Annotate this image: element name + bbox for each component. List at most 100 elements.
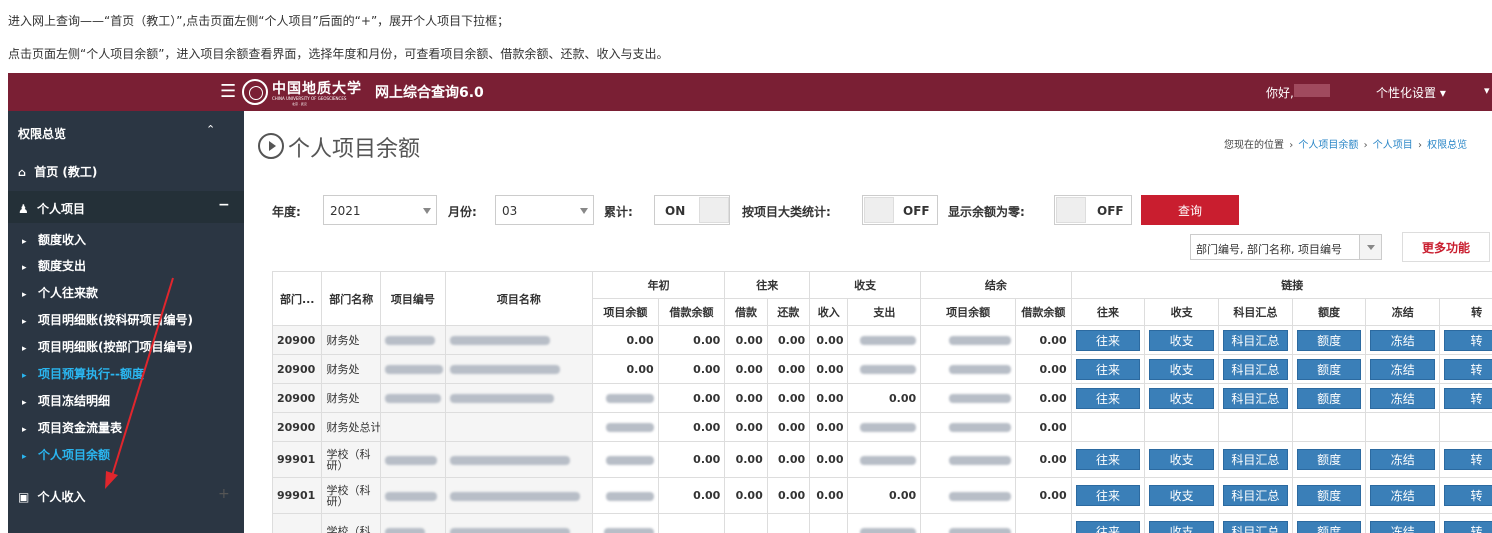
link-quota-button[interactable]: 额度 — [1296, 387, 1362, 409]
redacted-value — [949, 455, 1012, 465]
cumulative-toggle[interactable]: ON — [654, 195, 730, 225]
year-value: 2021 — [330, 204, 361, 218]
link-subject-button[interactable]: 科目汇总 — [1223, 329, 1288, 351]
link-ie-button[interactable]: 收支 — [1149, 387, 1215, 409]
link-ie-button[interactable]: 收支 — [1149, 521, 1215, 533]
menu-icon[interactable]: ☰ — [220, 81, 236, 102]
page-header: 个人项目余额 您现在的位置 › 个人项目余额 › 个人项目 › 权限总览 — [244, 111, 1492, 181]
link-quota-button[interactable]: 额度 — [1296, 449, 1362, 470]
col-bal-project-balance[interactable]: 项目余额 — [920, 298, 1017, 326]
table-row[interactable]: 99901 学校（科研） 0.00 0.00 0.00 0.00 0.00 往来 收支 科目汇总额… — [272, 441, 1492, 478]
table-row[interactable]: 20900 财务处 0.00 0.00 0.00 0.00 0.00 0.00 往来 收支 科目汇总… — [272, 325, 1492, 355]
link-transfer-button[interactable]: 往来 — [1075, 521, 1141, 533]
col-repay[interactable]: 还款 — [766, 298, 811, 326]
link-freeze-button[interactable]: 冻结 — [1370, 329, 1436, 351]
link-quota-button[interactable]: 额度 — [1296, 329, 1362, 351]
link-subject-button[interactable]: 科目汇总 — [1223, 485, 1288, 506]
breadcrumb-separator: › — [1363, 140, 1368, 151]
query-button[interactable]: 查询 — [1141, 195, 1239, 225]
link-freeze-button[interactable]: 冻结 — [1370, 485, 1436, 506]
month-select[interactable]: 03 — [495, 195, 594, 225]
year-select[interactable]: 2021 — [323, 195, 437, 225]
sidebar-item-budget-execution[interactable]: ▸ 项目预算执行--额度 — [22, 365, 144, 382]
cell-expense — [847, 412, 922, 442]
cell-link-quota: 额度 — [1291, 441, 1367, 478]
expand-icon[interactable]: + — [218, 486, 230, 502]
link-turn-button[interactable]: 转 — [1444, 358, 1492, 380]
link-transfer-button[interactable]: 往来 — [1075, 358, 1141, 380]
sidebar-item-personal-transfer[interactable]: ▸ 个人往来款 — [22, 284, 98, 301]
sidebar-item-personal-income[interactable]: ▣ 个人收入 — [18, 488, 86, 505]
col-expense[interactable]: 支出 — [847, 298, 922, 326]
col-ys-project-balance[interactable]: 项目余额 — [592, 298, 659, 326]
link-freeze-button[interactable]: 冻结 — [1370, 358, 1436, 380]
sort-order-select[interactable]: 部门编号, 部门名称, 项目编号 — [1190, 234, 1382, 260]
collapse-icon[interactable]: − — [218, 197, 230, 213]
col-income[interactable]: 收入 — [809, 298, 849, 326]
filter-bar: 年度: 2021 月份: 03 累计: ON 按项目大类统计: OFF 显示余额… — [244, 193, 1492, 227]
link-ie-button[interactable]: 收支 — [1149, 485, 1215, 506]
sidebar-item-home[interactable]: ⌂ 首页 (教工) — [18, 163, 97, 180]
link-turn-button[interactable]: 转 — [1444, 485, 1492, 506]
link-turn-button[interactable]: 转 — [1444, 521, 1492, 533]
breadcrumb-link[interactable]: 个人项目 — [1373, 140, 1413, 151]
extra-menu-icon[interactable]: ▾ — [1484, 84, 1490, 97]
cell-link-quota: 额度 — [1291, 383, 1367, 413]
link-subject-button[interactable]: 科目汇总 — [1223, 521, 1288, 533]
col-link-turn: 转 — [1439, 298, 1492, 326]
sidebar-item-ledger-dept[interactable]: ▸ 项目明细账(按部门项目编号) — [22, 338, 193, 355]
sidebar-item-quota-income[interactable]: ▸ 额度收入 — [22, 231, 86, 248]
breadcrumb-link[interactable]: 权限总览 — [1427, 140, 1467, 151]
col-bal-loan-balance[interactable]: 借款余额 — [1015, 298, 1072, 326]
table-row[interactable]: 学校（科 往来 收支 科目汇总 额度 冻结转 — [272, 513, 1492, 533]
link-transfer-button[interactable]: 往来 — [1075, 387, 1141, 409]
link-transfer-button[interactable]: 往来 — [1075, 485, 1141, 506]
link-turn-button[interactable]: 转 — [1444, 449, 1492, 470]
link-freeze-button[interactable]: 冻结 — [1370, 521, 1436, 533]
link-turn-button[interactable]: 转 — [1444, 387, 1492, 409]
link-turn-button[interactable]: 转 — [1444, 329, 1492, 351]
cell-bal-loan-balance: 0.00 — [1015, 354, 1072, 384]
table-row[interactable]: 20900 财务处总计 0.00 0.00 0.00 0.00 0.00 — [272, 412, 1492, 442]
link-transfer-button[interactable]: 往来 — [1075, 329, 1141, 351]
link-ie-button[interactable]: 收支 — [1149, 449, 1215, 470]
link-quota-button[interactable]: 额度 — [1296, 358, 1362, 380]
sidebar-item-project-balance[interactable]: ▸ 个人项目余额 — [22, 446, 110, 463]
link-quota-button[interactable]: 额度 — [1296, 485, 1362, 506]
link-ie-button[interactable]: 收支 — [1149, 329, 1215, 351]
link-subject-button[interactable]: 科目汇总 — [1223, 449, 1288, 470]
link-transfer-button[interactable]: 往来 — [1075, 449, 1141, 470]
sidebar-item-ledger-research[interactable]: ▸ 项目明细账(按科研项目编号) — [22, 311, 193, 328]
cell-loan — [724, 513, 768, 533]
sidebar-item-cash-flow[interactable]: ▸ 项目资金流量表 — [22, 419, 122, 436]
sidebar-section-title[interactable]: 权限总览 — [18, 125, 66, 142]
breadcrumb-link[interactable]: 个人项目余额 — [1298, 140, 1358, 151]
by-category-toggle[interactable]: OFF — [862, 195, 938, 225]
sidebar-item-personal-project[interactable]: ♟ 个人项目 − — [8, 191, 244, 223]
link-ie-button[interactable]: 收支 — [1149, 358, 1215, 380]
col-dept-code[interactable]: 部门... — [272, 271, 323, 326]
sidebar-item-quota-expense[interactable]: ▸ 额度支出 — [22, 257, 86, 274]
link-quota-button[interactable]: 额度 — [1296, 521, 1362, 533]
chevron-up-icon[interactable]: ⌃ — [206, 123, 215, 136]
show-zero-toggle[interactable]: OFF — [1054, 195, 1132, 225]
col-dept-name[interactable]: 部门名称 — [321, 271, 382, 326]
link-subject-button[interactable]: 科目汇总 — [1223, 358, 1288, 380]
more-functions-button[interactable]: 更多功能 — [1402, 232, 1490, 262]
user-icon: ♟ — [18, 202, 29, 216]
col-loan[interactable]: 借款 — [724, 298, 768, 326]
col-ys-loan-balance[interactable]: 借款余额 — [657, 298, 726, 326]
table-row[interactable]: 20900 财务处 0.00 0.00 0.00 0.00 0.00 0.00 往来 收支 科目汇总… — [272, 354, 1492, 384]
table-row[interactable]: 99901 学校（科研） 0.00 0.00 0.00 0.00 0.00 0.00 往来 收支科… — [272, 477, 1492, 514]
sidebar-item-frozen-detail[interactable]: ▸ 项目冻结明细 — [22, 392, 110, 409]
link-freeze-button[interactable]: 冻结 — [1370, 387, 1436, 409]
link-freeze-button[interactable]: 冻结 — [1370, 449, 1436, 470]
col-project-name[interactable]: 项目名称 — [444, 271, 594, 326]
link-subject-button[interactable]: 科目汇总 — [1223, 387, 1288, 409]
cell-repay: 0.00 — [766, 412, 811, 442]
col-project-code[interactable]: 项目编号 — [380, 271, 446, 326]
cell-project-name — [444, 513, 594, 533]
personal-settings-menu[interactable]: 个性化设置 ▾ — [1376, 84, 1446, 101]
cell-dept-name: 学校（科研） — [321, 477, 382, 514]
table-row[interactable]: 20900 财务处 0.00 0.00 0.00 0.00 0.00 0.00 往来 收支 科目汇总… — [272, 383, 1492, 413]
